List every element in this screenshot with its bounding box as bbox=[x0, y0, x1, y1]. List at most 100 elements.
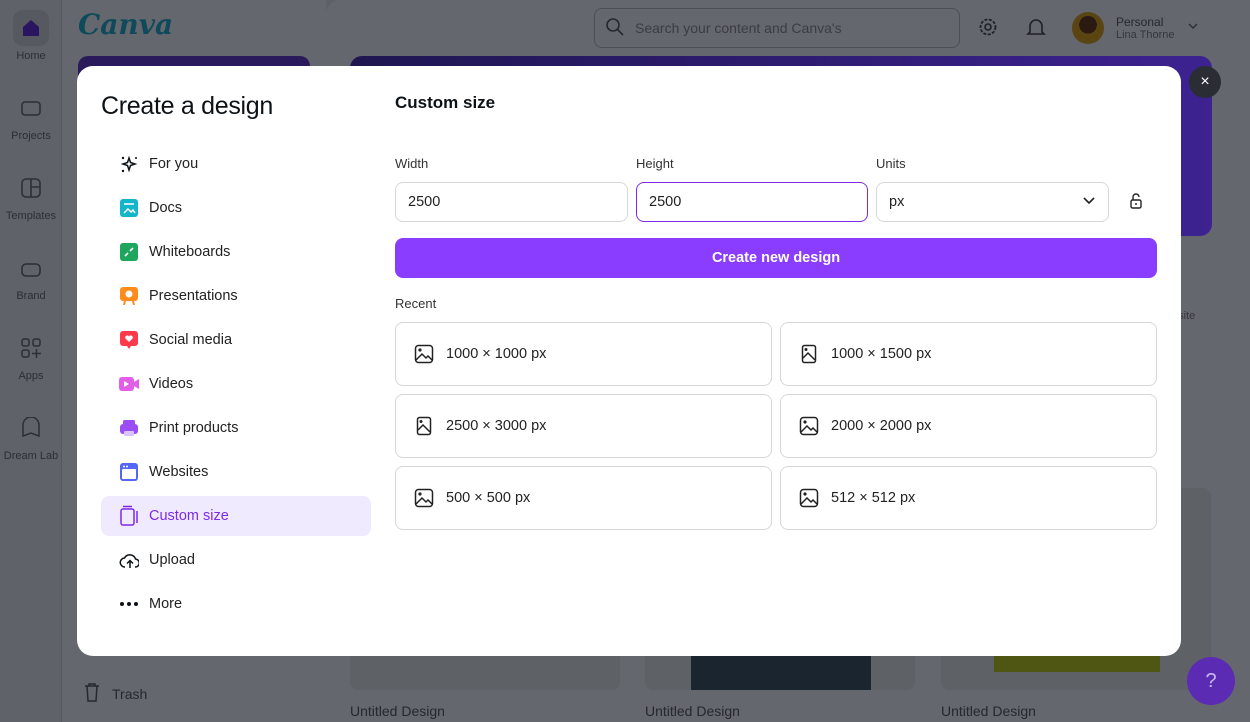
recent-size-card[interactable]: 500 × 500 px bbox=[395, 466, 772, 530]
chevron-down-icon bbox=[1187, 19, 1199, 37]
nav-item-label: Websites bbox=[149, 464, 209, 480]
design-title[interactable]: Untitled Design bbox=[645, 703, 740, 719]
rail-dream-lab[interactable]: Dream Lab bbox=[0, 410, 62, 462]
rail-label: Home bbox=[16, 50, 46, 62]
recent-size-card[interactable]: 512 × 512 px bbox=[780, 466, 1157, 530]
rail-label: Dream Lab bbox=[3, 450, 59, 462]
nav-item-for-you[interactable]: For you bbox=[101, 144, 371, 184]
nav-item-label: Custom size bbox=[149, 508, 229, 524]
recent-size-label: 512 × 512 px bbox=[831, 490, 916, 506]
nav-item-print-products[interactable]: Print products bbox=[101, 408, 371, 448]
nav-item-videos[interactable]: Videos bbox=[101, 364, 371, 404]
rail-apps[interactable]: Apps bbox=[0, 330, 62, 382]
docs-icon bbox=[119, 198, 139, 218]
trash-link[interactable]: Trash bbox=[84, 682, 147, 705]
design-title[interactable]: Untitled Design bbox=[941, 703, 1036, 719]
create-design-modal: Create a design For you Docs Whiteboards Pr… bbox=[77, 66, 1181, 656]
nav-item-upload[interactable]: Upload bbox=[101, 540, 371, 580]
units-value: px bbox=[889, 194, 905, 210]
height-input[interactable]: 2500 bbox=[636, 182, 868, 222]
rail-label: Brand bbox=[16, 290, 46, 302]
canva-logo[interactable]: Canva bbox=[78, 8, 173, 41]
lock-aspect-icon[interactable] bbox=[1129, 193, 1143, 214]
nav-item-label: Docs bbox=[149, 200, 183, 216]
recent-size-label: 1000 × 1000 px bbox=[446, 346, 547, 362]
recent-size-label: 2500 × 3000 px bbox=[446, 418, 547, 434]
custom-size-title: Custom size bbox=[395, 93, 496, 112]
custom-size-icon bbox=[119, 505, 139, 526]
image-icon bbox=[799, 488, 819, 508]
help-button[interactable]: ? bbox=[1187, 657, 1235, 705]
recent-size-card[interactable]: 2500 × 3000 px bbox=[395, 394, 772, 458]
nav-item-more[interactable]: More bbox=[101, 584, 371, 624]
user-name: Lina Thorne bbox=[1116, 29, 1175, 41]
design-type-nav: For you Docs Whiteboards Presentations Socia… bbox=[101, 144, 371, 628]
bell-icon[interactable] bbox=[1025, 16, 1047, 43]
nav-item-label: Whiteboards bbox=[149, 244, 231, 260]
search-input[interactable]: Search your content and Canva's bbox=[594, 8, 960, 48]
upload-cloud-icon bbox=[119, 550, 139, 570]
heart-icon bbox=[119, 330, 139, 350]
presentation-icon bbox=[119, 286, 139, 306]
nav-item-label: For you bbox=[149, 156, 199, 172]
image-icon bbox=[414, 488, 434, 508]
units-label: Units bbox=[876, 156, 906, 171]
home-icon bbox=[13, 10, 49, 46]
folder-icon bbox=[13, 90, 49, 126]
chevron-down-icon bbox=[1082, 193, 1096, 211]
avatar bbox=[1072, 12, 1104, 44]
apps-icon bbox=[13, 330, 49, 366]
recent-size-label: 2000 × 2000 px bbox=[831, 418, 932, 434]
left-rail: Home Projects Templates Brand Apps Dream… bbox=[0, 0, 62, 722]
portrait-image-icon bbox=[799, 344, 819, 364]
nav-item-whiteboards[interactable]: Whiteboards bbox=[101, 232, 371, 272]
width-input[interactable]: 2500 bbox=[395, 182, 628, 222]
video-icon bbox=[119, 374, 139, 394]
account-type: Personal bbox=[1116, 15, 1164, 29]
rail-projects[interactable]: Projects bbox=[0, 90, 62, 142]
nav-item-label: Print products bbox=[149, 420, 239, 436]
nav-item-websites[interactable]: Websites bbox=[101, 452, 371, 492]
trash-icon bbox=[84, 682, 100, 705]
rail-label: Templates bbox=[5, 210, 57, 222]
rail-label: Projects bbox=[11, 130, 51, 142]
dream-lab-icon bbox=[13, 410, 49, 446]
trash-label: Trash bbox=[112, 685, 148, 702]
nav-item-docs[interactable]: Docs bbox=[101, 188, 371, 228]
modal-title: Create a design bbox=[101, 92, 274, 120]
width-label: Width bbox=[395, 156, 429, 171]
create-new-design-button[interactable]: Create new design bbox=[395, 238, 1157, 278]
nav-item-presentations[interactable]: Presentations bbox=[101, 276, 371, 316]
account-menu[interactable]: Personal Lina Thorne bbox=[1072, 12, 1199, 44]
nav-item-custom-size[interactable]: Custom size bbox=[101, 496, 371, 536]
recent-size-card[interactable]: 1000 × 1500 px bbox=[780, 322, 1157, 386]
gear-icon[interactable] bbox=[977, 16, 999, 43]
design-title[interactable]: Untitled Design bbox=[350, 703, 445, 719]
more-icon bbox=[119, 594, 139, 614]
recent-size-card[interactable]: 1000 × 1000 px bbox=[395, 322, 772, 386]
image-icon bbox=[799, 416, 819, 436]
recent-size-label: 1000 × 1500 px bbox=[831, 346, 932, 362]
rail-label: Apps bbox=[18, 370, 44, 382]
image-icon bbox=[414, 344, 434, 364]
recent-label: Recent bbox=[395, 296, 437, 311]
nav-item-label: Videos bbox=[149, 376, 194, 392]
nav-item-label: More bbox=[149, 596, 183, 612]
website-icon bbox=[119, 462, 139, 482]
nav-item-label: Upload bbox=[149, 552, 195, 568]
units-select[interactable]: px bbox=[876, 182, 1109, 222]
rail-templates[interactable]: Templates bbox=[0, 170, 62, 222]
portrait-image-icon bbox=[414, 416, 434, 436]
recent-size-card[interactable]: 2000 × 2000 px bbox=[780, 394, 1157, 458]
rail-brand[interactable]: Brand bbox=[0, 250, 62, 302]
brand-icon bbox=[13, 250, 49, 286]
nav-item-label: Presentations bbox=[149, 288, 238, 304]
height-label: Height bbox=[636, 156, 674, 171]
rail-home[interactable]: Home bbox=[0, 10, 62, 62]
search-placeholder: Search your content and Canva's bbox=[635, 20, 842, 36]
close-button[interactable]: × bbox=[1189, 66, 1221, 98]
whiteboard-icon bbox=[119, 242, 139, 262]
sparkles-icon bbox=[119, 154, 139, 174]
nav-item-social-media[interactable]: Social media bbox=[101, 320, 371, 360]
recent-size-label: 500 × 500 px bbox=[446, 490, 531, 506]
